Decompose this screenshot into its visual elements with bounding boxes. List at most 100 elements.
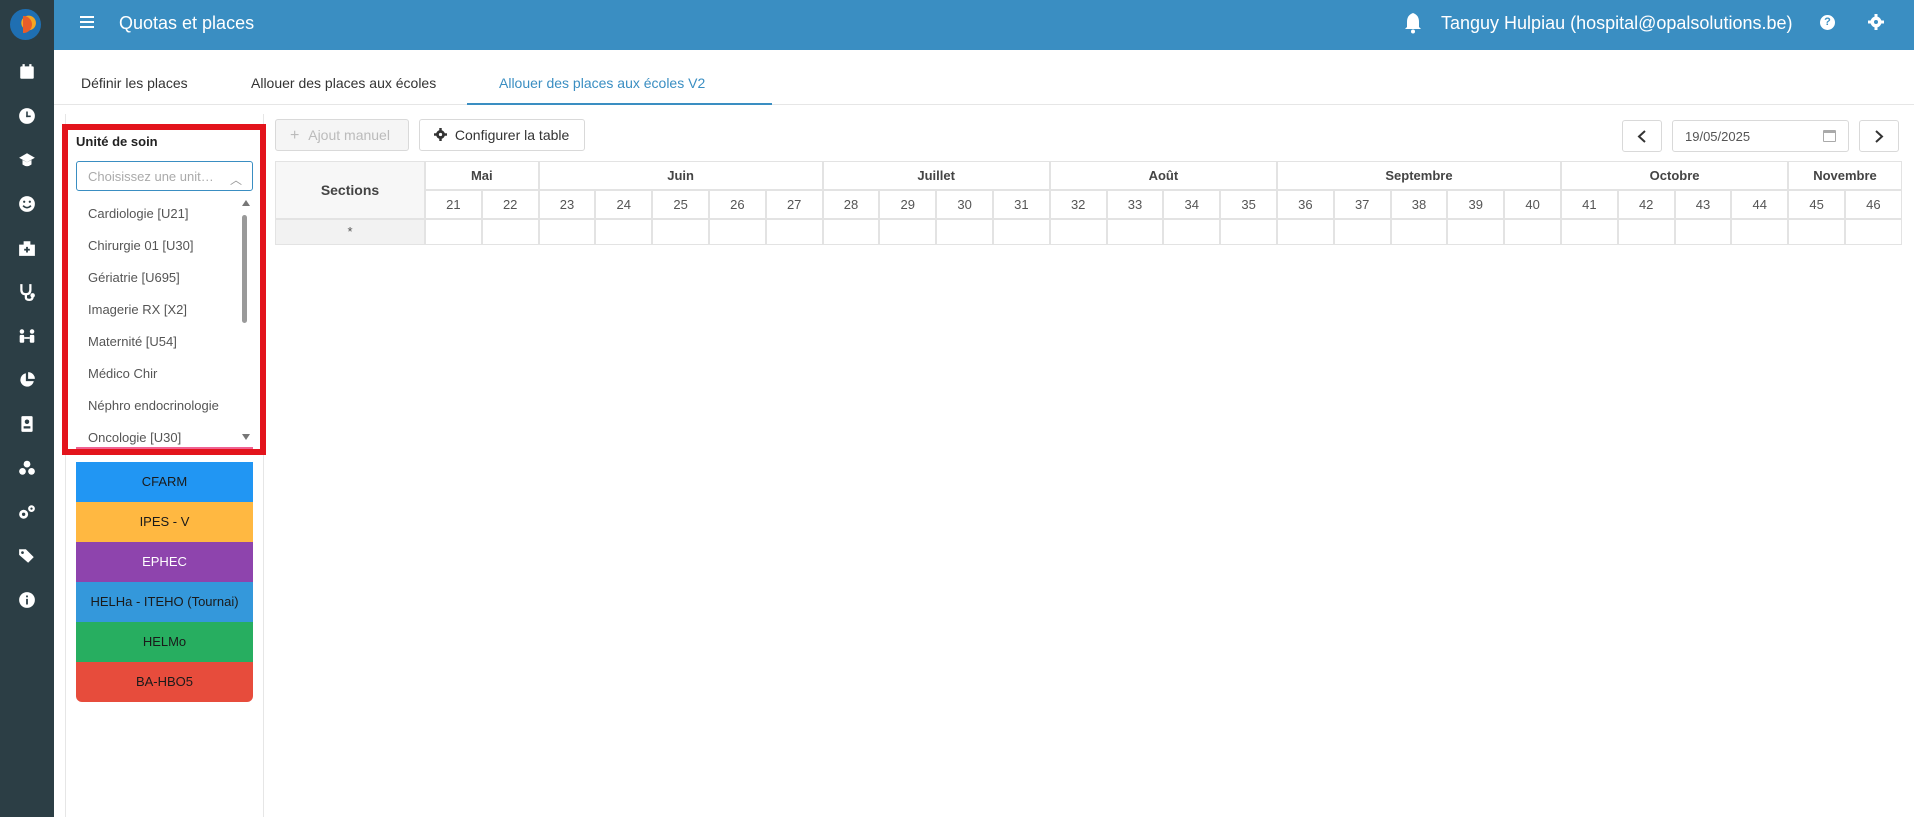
grid-cell[interactable] (1788, 219, 1845, 245)
week-header: 41 (1561, 190, 1618, 219)
gear-icon (434, 128, 447, 141)
tags-icon[interactable] (12, 541, 42, 571)
grid-cell[interactable] (993, 219, 1050, 245)
grid-cell[interactable] (425, 219, 482, 245)
grid-cell[interactable] (1390, 219, 1448, 245)
scroll-thumb[interactable] (242, 215, 247, 323)
grid-cell[interactable] (1106, 219, 1164, 245)
grid-cell[interactable] (1447, 219, 1505, 245)
configure-table-label: Configurer la table (454, 127, 570, 143)
people-icon[interactable] (12, 321, 42, 351)
grid-cell[interactable] (1277, 219, 1334, 245)
previous-button[interactable] (1622, 120, 1662, 152)
tab-define-places[interactable]: Définir les places (81, 75, 188, 91)
grid-cell[interactable] (1731, 219, 1789, 245)
tab-bar: Définir les places Allouer des places au… (54, 50, 1914, 105)
chevron-left-icon (1637, 130, 1646, 143)
manual-add-button[interactable]: + Ajout manuel (275, 119, 409, 151)
grid-cell[interactable] (936, 219, 993, 245)
info-icon[interactable] (12, 585, 42, 615)
week-header: 35 (1220, 190, 1277, 219)
settings-icon[interactable] (1868, 14, 1884, 35)
grid-cell[interactable] (1845, 219, 1902, 245)
school-item[interactable]: HELHa - ITEHO (Tournai) (76, 582, 253, 622)
school-item[interactable]: HELMo (76, 622, 253, 662)
grid-cell[interactable] (1561, 219, 1618, 245)
dropdown-option[interactable]: Médico Chir (88, 366, 223, 381)
grid-cell[interactable] (595, 219, 653, 245)
grid-cell[interactable] (1163, 219, 1221, 245)
week-header: 29 (879, 190, 937, 219)
graduation-icon[interactable] (12, 145, 42, 175)
sections-header: Sections (275, 161, 425, 219)
month-header: Juin (538, 161, 823, 190)
stethoscope-icon[interactable] (12, 277, 42, 307)
week-header: 43 (1674, 190, 1732, 219)
grid-cell[interactable] (652, 219, 709, 245)
week-header: 39 (1447, 190, 1505, 219)
boxes-icon[interactable] (12, 453, 42, 483)
school-item[interactable]: EPHEC (76, 542, 253, 582)
grid-cell[interactable] (1220, 219, 1277, 245)
school-item[interactable]: IPES - V (76, 502, 253, 542)
dropdown-option[interactable]: Imagerie RX [X2] (88, 302, 223, 317)
grid-cell[interactable] (1674, 219, 1732, 245)
app-logo[interactable] (10, 9, 41, 40)
smiley-icon[interactable] (12, 189, 42, 219)
scroll-down-arrow-icon[interactable] (242, 434, 250, 440)
grid-cell[interactable] (765, 219, 823, 245)
week-header: 37 (1333, 190, 1391, 219)
tab-allocate-schools-v2[interactable]: Allouer des places aux écoles V2 (499, 75, 705, 91)
calendar-icon (1823, 130, 1836, 142)
grid-cell[interactable] (1049, 219, 1107, 245)
grid-cell[interactable] (538, 219, 596, 245)
week-header: 38 (1390, 190, 1448, 219)
week-header: 36 (1277, 190, 1334, 219)
scroll-up-arrow-icon[interactable] (242, 200, 250, 206)
grid-cell[interactable] (1333, 219, 1391, 245)
calendar-icon[interactable] (12, 57, 42, 87)
help-icon[interactable]: ? (1820, 15, 1835, 30)
user-name[interactable]: Tanguy Hulpiau (hospital@opalsolutions.b… (1441, 13, 1792, 34)
grid-cell[interactable] (879, 219, 937, 245)
dropdown-scrollbar[interactable] (240, 198, 250, 448)
grid-cell[interactable] (481, 219, 539, 245)
dropdown-option[interactable]: Gériatrie [U695] (88, 270, 223, 285)
school-item[interactable]: BA-HBO5 (76, 662, 253, 702)
month-header: Novembre (1788, 161, 1902, 190)
pie-chart-icon[interactable] (12, 365, 42, 395)
week-header: 34 (1163, 190, 1221, 219)
configure-table-button[interactable]: Configurer la table (419, 119, 585, 151)
week-header: 28 (822, 190, 880, 219)
cogs-icon[interactable] (12, 497, 42, 527)
dropdown-option[interactable]: Maternité [U54] (88, 334, 223, 349)
school-item[interactable]: CFARM (76, 462, 253, 502)
next-button[interactable] (1859, 120, 1899, 152)
week-header: 30 (936, 190, 993, 219)
dropdown-option[interactable]: Cardiologie [U21] (88, 206, 223, 221)
unit-select[interactable]: Choisissez une unité de soin ︿ (76, 161, 253, 191)
grid-cell[interactable] (1504, 219, 1561, 245)
id-card-icon[interactable] (12, 409, 42, 439)
week-header: 26 (709, 190, 766, 219)
dropdown-option[interactable]: Chirurgie 01 [U30] (88, 238, 223, 253)
grid-cell[interactable] (1617, 219, 1675, 245)
dropdown-option[interactable]: Oncologie [U30] (88, 430, 223, 445)
allocation-grid: Sections * Mai Juin Juillet Août Septembre Oc… (275, 161, 1902, 245)
menu-icon[interactable] (80, 16, 94, 28)
grid-cell[interactable] (822, 219, 880, 245)
grid-cell[interactable] (709, 219, 766, 245)
dropdown-option[interactable]: Néphro endocrinologie (88, 398, 223, 413)
date-picker[interactable]: 19/05/2025 (1672, 120, 1849, 152)
tab-allocate-schools[interactable]: Allouer des places aux écoles (251, 75, 436, 91)
bell-icon[interactable] (1403, 12, 1423, 39)
top-bar: Quotas et places Tanguy Hulpiau (hospita… (54, 0, 1914, 50)
month-header: Juillet (822, 161, 1050, 190)
school-color-strip (76, 447, 253, 454)
clock-icon[interactable] (12, 101, 42, 131)
unit-label: Unité de soin (76, 134, 158, 149)
hospital-icon[interactable] (12, 233, 42, 263)
week-header: 42 (1617, 190, 1675, 219)
week-header: 27 (765, 190, 823, 219)
page-title: Quotas et places (119, 13, 255, 33)
